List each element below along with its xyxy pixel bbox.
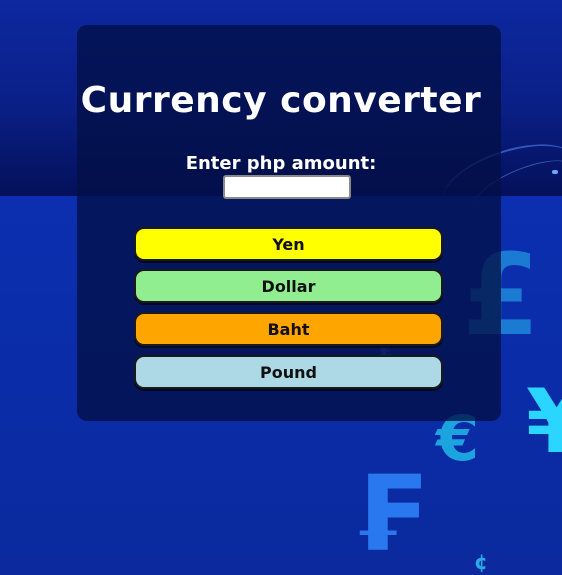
php-amount-input[interactable]	[223, 175, 351, 199]
yen-symbol-icon: ¥	[526, 370, 562, 473]
page-title: Currency converter	[80, 80, 482, 121]
convert-dollar-button[interactable]: Dollar	[134, 269, 443, 303]
franc-symbol-icon: ₣	[352, 453, 425, 575]
amount-prompt-label: Enter php amount:	[185, 153, 377, 174]
convert-baht-button[interactable]: Baht	[134, 312, 443, 346]
cent-symbol-icon: ¢	[474, 550, 488, 574]
convert-yen-button[interactable]: Yen	[134, 227, 443, 261]
convert-pound-button[interactable]: Pound	[134, 355, 443, 389]
